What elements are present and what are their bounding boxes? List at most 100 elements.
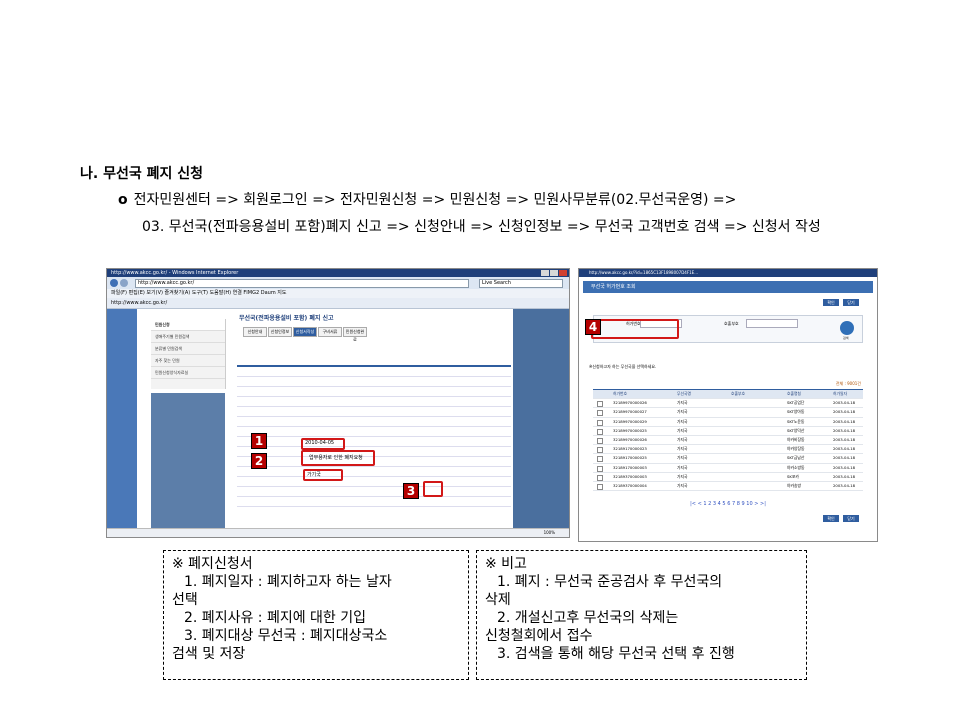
screenshot-search-popup: http://www.akcc.go.kr/?id=1865C13F189800… (578, 268, 878, 542)
table-cell: 야카비장동 (787, 436, 805, 442)
application-form (237, 365, 511, 507)
table-row[interactable]: 32189370000004 가지국 야카송방 2003-04-18 (593, 482, 863, 492)
left-footer (151, 393, 225, 533)
table-cell: 2003-04-18 (833, 400, 856, 406)
table-cell: SKT양덕산 (787, 427, 805, 433)
close-button-bottom[interactable]: 닫기 (843, 515, 859, 522)
table-row[interactable]: 32189170000025 가지국 SKT금남산 2003-04-18 (593, 454, 863, 464)
row-checkbox[interactable] (597, 456, 603, 463)
table-cell: 가지국 (677, 436, 688, 442)
table-cell: 32189370000004 (613, 482, 647, 488)
table-cell: 가지국 (677, 427, 688, 433)
table-cell: 2003-04-18 (833, 436, 856, 442)
table-cell: 2003-04-18 (833, 473, 856, 479)
note-line: 삭제 (485, 592, 511, 608)
right-panel (513, 309, 569, 529)
tab-complete[interactable]: 민원신청완료 (343, 327, 367, 342)
row-checkbox[interactable] (597, 410, 603, 417)
minimize-icon[interactable] (541, 270, 549, 276)
path-line-2: 03. 무선국(전파응용설비 포함)폐지 신고 => 신청안내 => 신청인정보… (142, 219, 821, 235)
row-checkbox[interactable] (597, 437, 603, 444)
bullet-marker: o (118, 192, 128, 208)
table-row[interactable]: 32189970000025 가지국 SKT양덕산 2003-04-18 (593, 427, 863, 436)
nav-item[interactable]: 분류별 민원검색 (151, 343, 225, 355)
tab-form[interactable]: 신청서작성 (293, 327, 317, 337)
table-row[interactable]: 32189370000003 가지국 SK포카 2003-04-18 (593, 473, 863, 482)
tab-applicant[interactable]: 신청인정보 (268, 327, 292, 337)
highlight-box (303, 469, 343, 481)
table-cell: SKT공업단 (787, 400, 805, 406)
forward-icon[interactable] (120, 279, 128, 287)
menu-bar[interactable]: 파일(F) 편집(E) 보기(V) 즐겨찾기(A) 도구(T) 도움말(H) 연… (107, 289, 569, 298)
note-line: 1. 폐지일자 : 폐지하고자 하는 날자 (184, 574, 392, 590)
maximize-icon[interactable] (550, 270, 558, 276)
browser-title-bar: http://www.akcc.go.kr/ - Windows Interne… (107, 269, 569, 277)
status-bar: 100% (107, 528, 569, 537)
popup-header: 무선국 허가번호 조회 (583, 281, 873, 293)
table-cell: 2003-04-18 (833, 427, 856, 433)
table-row[interactable]: 32189970000026 가지국 야카비장동 2003-04-18 (593, 436, 863, 446)
nav-item[interactable]: 생애주기별 민원검색 (151, 331, 225, 343)
highlight-box (423, 481, 443, 497)
column-header: 호출부호 (731, 391, 745, 396)
pagination[interactable]: |< < 1 2 3 4 5 6 7 8 9 10 > >| (579, 501, 877, 507)
note-line: 1. 폐지 : 무선국 준공검사 후 무선국의 (497, 574, 723, 590)
note-application: ※ 폐지신청서 1. 폐지일자 : 폐지하고자 하는 날자 선택 2. 폐지사유… (163, 550, 469, 680)
confirm-button-bottom[interactable]: 확인 (823, 515, 839, 522)
search-button-label: 검색 (843, 336, 849, 340)
table-cell: 가지국 (677, 482, 688, 488)
table-cell: 가지국 (677, 409, 688, 415)
search-input[interactable]: Live Search (479, 279, 563, 288)
confirm-button[interactable]: 확인 (823, 299, 839, 306)
table-cell: 가지국 (677, 464, 688, 470)
table-cell: 야카소방동 (787, 464, 805, 470)
tab-guide[interactable]: 신청안내 (243, 327, 267, 337)
note-line: 2. 폐지사유 : 폐지에 대한 기입 (184, 610, 367, 626)
table-row[interactable]: 32189170000003 가지국 야카소방동 2003-04-18 (593, 464, 863, 473)
section-heading: 나. 무선국 폐지 신청 (80, 166, 203, 182)
url-input[interactable]: http://www.akcc.go.kr/ (135, 279, 469, 288)
table-cell: 32189970000027 (613, 409, 647, 415)
column-header: 무선국명 (677, 391, 691, 396)
row-checkbox[interactable] (597, 447, 603, 454)
close-icon[interactable] (559, 270, 567, 276)
nav-item[interactable]: 자주 찾는 민원 (151, 355, 225, 367)
row-checkbox[interactable] (597, 419, 603, 426)
row-checkbox[interactable] (597, 465, 603, 472)
note-line: 3. 폐지대상 무선국 : 폐지대상국소 (184, 628, 388, 644)
table-cell: 2003-04-18 (833, 482, 856, 488)
back-icon[interactable] (110, 279, 118, 287)
table-cell: 32189970000029 (613, 418, 647, 424)
path-text-1: 전자민원센터 => 회원로그인 => 전자민원신청 => 민원신청 => 민원사… (133, 192, 737, 208)
table-cell: 가지국 (677, 400, 688, 406)
nav-item[interactable]: 민원신청 (151, 319, 225, 331)
row-checkbox[interactable] (597, 483, 603, 490)
favorites-tab[interactable]: http://www.akcc.go.kr/ (107, 298, 569, 309)
search-icon[interactable] (840, 321, 854, 335)
table-cell: 32189970000026 (613, 436, 647, 442)
table-row[interactable]: 32189970000026 가지국 SKT공업단 2003-04-18 (593, 399, 863, 409)
row-checkbox[interactable] (597, 428, 603, 435)
close-button[interactable]: 닫기 (843, 299, 859, 306)
table-cell: SKT금남산 (787, 455, 805, 461)
table-cell: 야카송방 (787, 482, 801, 488)
table-cell: 32189170000023 (613, 446, 647, 452)
table-cell: 32189970000026 (613, 400, 647, 406)
column-header: 허가일자 (833, 391, 847, 396)
table-cell: 2003-04-18 (833, 418, 856, 424)
path-line-1: o 전자민원센터 => 회원로그인 => 전자민원신청 => 민원신청 => 민원… (118, 189, 736, 209)
row-checkbox[interactable] (597, 401, 603, 408)
table-row[interactable]: 32189170000023 가지국 야카양장동 2003-04-18 (593, 445, 863, 455)
table-row[interactable]: 32189970000027 가지국 SKT양아동 2003-04-18 (593, 408, 863, 418)
table-cell: SK포카 (787, 473, 799, 479)
table-row[interactable]: 32189970000029 가지국 SKT노윤동 2003-04-18 (593, 418, 863, 427)
call-input[interactable] (746, 319, 798, 328)
total-count: 전체 : 9001건 (835, 381, 861, 386)
tab-documents[interactable]: 구비서류 (318, 327, 342, 337)
row-checkbox[interactable] (597, 474, 603, 481)
table-header: 허가번호 무선국명 호출부호 호출명칭 허가일자 (593, 389, 863, 400)
left-sidebar (107, 309, 137, 529)
table-cell: 2003-04-18 (833, 464, 856, 470)
note-remarks: ※ 비고 1. 폐지 : 무선국 준공검사 후 무선국의 삭제 2. 개설신고후… (476, 550, 807, 680)
nav-item[interactable]: 민원신청양식자료실 (151, 367, 225, 379)
